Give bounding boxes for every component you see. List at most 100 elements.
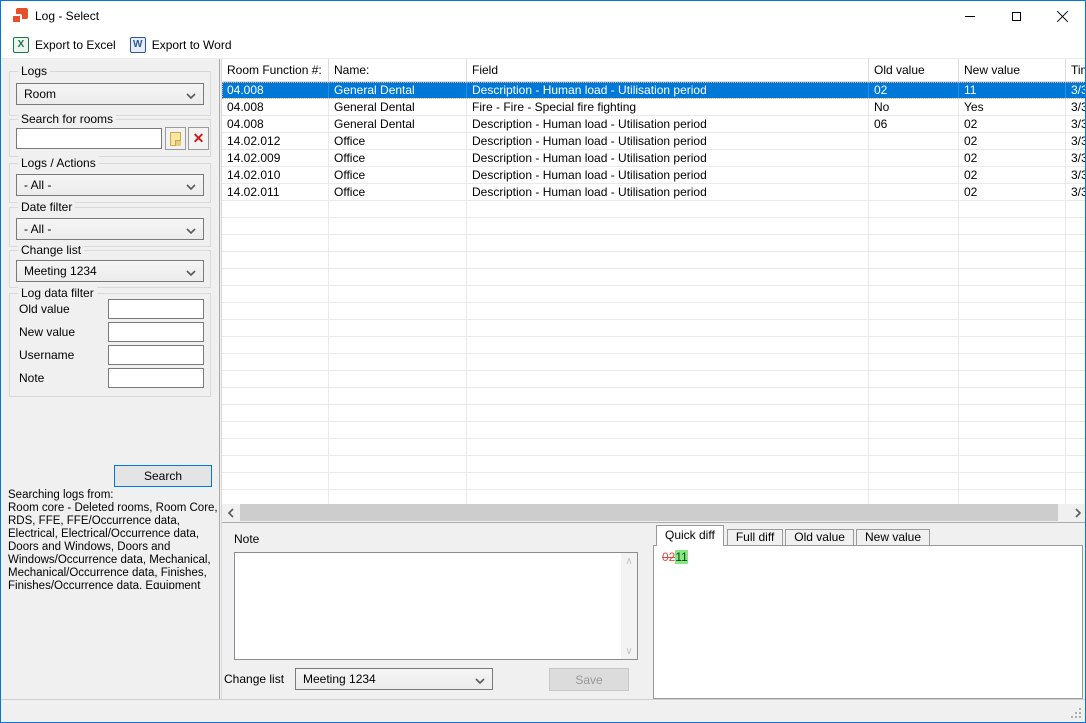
- column-header-old-value[interactable]: Old value: [869, 59, 959, 81]
- table-row[interactable]: 04.008General DentalDescription - Human …: [222, 82, 1086, 99]
- table-row[interactable]: 04.008General DentalFire - Fire - Specia…: [222, 99, 1086, 116]
- search-rooms-label: Search for rooms: [18, 112, 116, 126]
- window: Log - Select Export to Excel Export to W…: [0, 0, 1086, 723]
- old-value-field[interactable]: [108, 299, 204, 319]
- table-empty-cell: [222, 439, 329, 455]
- table-empty-cell: [1066, 371, 1086, 387]
- note-page-icon: [170, 132, 181, 146]
- logs-dropdown[interactable]: Room: [16, 83, 204, 105]
- table-cell-room-function: 04.008: [222, 82, 329, 98]
- table-empty-cell: [222, 320, 329, 336]
- scroll-down-icon[interactable]: [621, 643, 637, 659]
- table-cell-room-function: 04.008: [222, 116, 329, 132]
- bottom-change-list-dropdown[interactable]: Meeting 1234: [295, 668, 493, 690]
- table-empty-cell: [869, 235, 959, 251]
- table-empty-cell: [222, 354, 329, 370]
- username-field[interactable]: [108, 345, 204, 365]
- table-cell-new-value: 02: [959, 167, 1066, 183]
- table-cell-new-value: 02: [959, 133, 1066, 149]
- logs-actions-value: - All -: [24, 178, 51, 192]
- save-button[interactable]: Save: [549, 668, 629, 691]
- logs-actions-dropdown[interactable]: - All -: [16, 174, 204, 196]
- table-empty-cell: [222, 422, 329, 438]
- table-empty-cell: [329, 456, 467, 472]
- table-empty-cell: [222, 235, 329, 251]
- maximize-button[interactable]: [993, 1, 1039, 31]
- scroll-left-button[interactable]: [222, 504, 239, 521]
- export-to-word-button[interactable]: Export to Word: [124, 33, 238, 57]
- tab-quick-diff[interactable]: Quick diff: [656, 525, 724, 546]
- table-empty-cell: [222, 303, 329, 319]
- table-empty-cell: [329, 337, 467, 353]
- table-row[interactable]: 04.008General DentalDescription - Human …: [222, 116, 1086, 133]
- column-header-room-function[interactable]: Room Function #:: [222, 59, 329, 81]
- table-empty-cell: [959, 303, 1066, 319]
- search-rooms-group: Search for rooms: [9, 119, 211, 157]
- table-cell-time: 3/3: [1066, 184, 1086, 200]
- table-cell-new-value: 02: [959, 150, 1066, 166]
- table-horizontal-scrollbar[interactable]: [222, 504, 1086, 521]
- table-empty-cell: [1066, 269, 1086, 285]
- search-button[interactable]: Search: [114, 465, 212, 487]
- table-empty-row: [222, 439, 1086, 456]
- table-cell-field: Fire - Fire - Special fire fighting: [467, 99, 869, 115]
- table-cell-old-value: 02: [869, 82, 959, 98]
- column-header-field[interactable]: Field: [467, 59, 869, 81]
- export-to-excel-button[interactable]: Export to Excel: [7, 33, 122, 57]
- table-empty-cell: [1066, 286, 1086, 302]
- table-empty-cell: [329, 388, 467, 404]
- table-empty-cell: [467, 388, 869, 404]
- room-picker-button[interactable]: [165, 127, 186, 150]
- table-empty-cell: [869, 388, 959, 404]
- maximize-icon: [1012, 12, 1021, 21]
- table-row[interactable]: 14.02.012OfficeDescription - Human load …: [222, 133, 1086, 150]
- table-empty-cell: [869, 218, 959, 234]
- table-cell-name: General Dental: [329, 99, 467, 115]
- table-row[interactable]: 14.02.011OfficeDescription - Human load …: [222, 184, 1086, 201]
- column-header-name[interactable]: Name:: [329, 59, 467, 81]
- tab-full-diff[interactable]: Full diff: [727, 529, 783, 546]
- table-cell-room-function: 14.02.012: [222, 133, 329, 149]
- column-header-time[interactable]: Time: [1066, 59, 1086, 81]
- close-button[interactable]: [1039, 1, 1085, 31]
- note-vertical-scrollbar[interactable]: [621, 553, 637, 659]
- search-rooms-input[interactable]: [16, 128, 162, 149]
- table-empty-cell: [467, 439, 869, 455]
- table-empty-cell: [869, 371, 959, 387]
- table-empty-row: [222, 490, 1086, 504]
- table-empty-cell: [329, 371, 467, 387]
- note-label: Note: [234, 532, 259, 546]
- table-cell-field: Description - Human load - Utilisation p…: [467, 167, 869, 183]
- table-empty-cell: [1066, 235, 1086, 251]
- log-table: Room Function #: Name: Field Old value N…: [222, 59, 1086, 504]
- tab-new-value[interactable]: New value: [856, 529, 930, 546]
- change-list-dropdown[interactable]: Meeting 1234: [16, 260, 204, 282]
- table-empty-cell: [1066, 201, 1086, 217]
- date-filter-dropdown[interactable]: - All -: [16, 218, 204, 240]
- table-empty-cell: [467, 405, 869, 421]
- scroll-up-icon[interactable]: [621, 553, 637, 569]
- title-bar[interactable]: Log - Select: [1, 1, 1085, 31]
- table-cell-name: General Dental: [329, 82, 467, 98]
- note-field[interactable]: [108, 368, 204, 388]
- minimize-button[interactable]: [947, 1, 993, 31]
- table-empty-cell: [467, 218, 869, 234]
- resize-grip-icon[interactable]: [1070, 707, 1082, 719]
- table-empty-cell: [222, 269, 329, 285]
- column-header-new-value[interactable]: New value: [959, 59, 1066, 81]
- scroll-right-button[interactable]: [1069, 504, 1086, 521]
- clear-search-button[interactable]: [188, 127, 209, 150]
- note-textarea-frame: [234, 552, 638, 660]
- table-row[interactable]: 14.02.009OfficeDescription - Human load …: [222, 150, 1086, 167]
- table-empty-cell: [1066, 354, 1086, 370]
- note-textarea[interactable]: [235, 553, 620, 659]
- table-empty-row: [222, 201, 1086, 218]
- scrollbar-thumb[interactable]: [240, 504, 1058, 521]
- table-empty-row: [222, 303, 1086, 320]
- table-row[interactable]: 14.02.010OfficeDescription - Human load …: [222, 167, 1086, 184]
- chevron-down-icon: [186, 228, 196, 234]
- tab-old-value[interactable]: Old value: [785, 529, 854, 546]
- table-cell-time: 3/3: [1066, 116, 1086, 132]
- chevron-right-icon: [1075, 508, 1081, 518]
- new-value-field[interactable]: [108, 322, 204, 342]
